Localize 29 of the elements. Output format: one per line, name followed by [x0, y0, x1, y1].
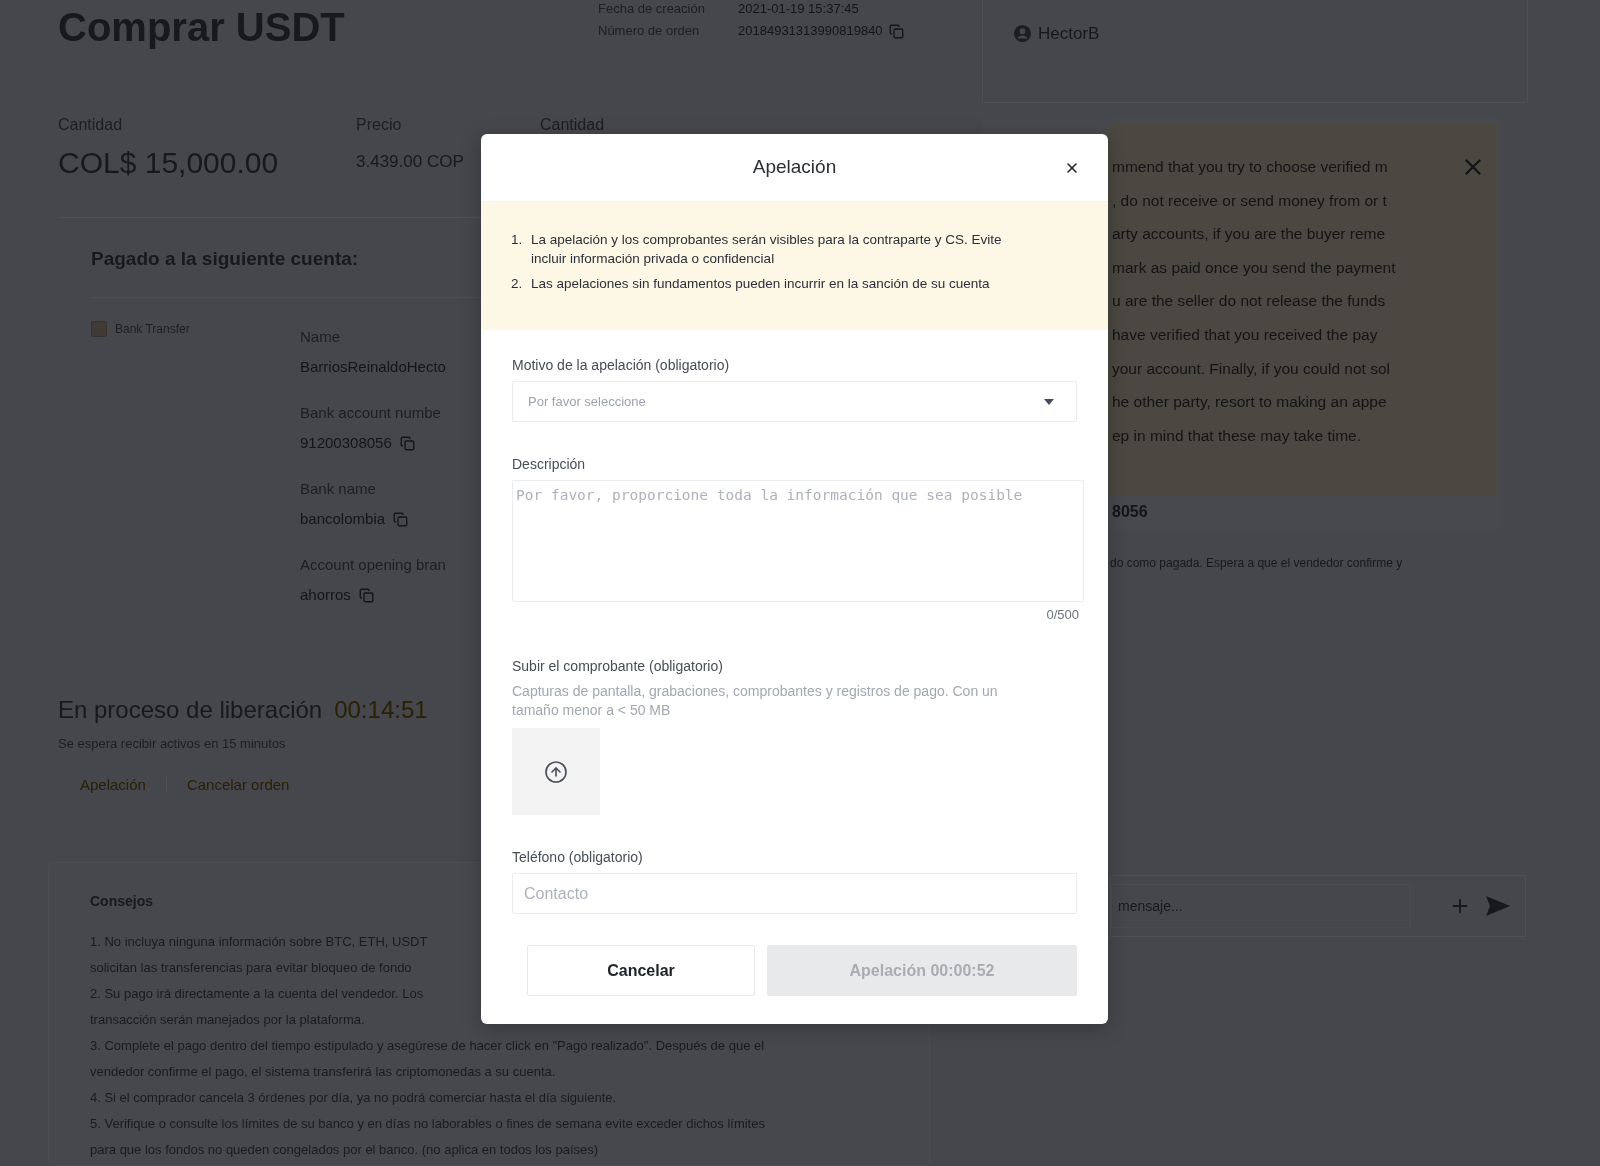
warning-number: 1. [511, 231, 524, 249]
send-icon[interactable] [1485, 895, 1511, 917]
warning-number: 2. [511, 275, 524, 293]
status-timer: 00:14:51 [334, 696, 428, 724]
method-square-icon [91, 321, 107, 337]
copy-icon[interactable] [888, 23, 904, 39]
character-counter: 0/500 [1046, 607, 1079, 623]
copy-icon[interactable] [399, 435, 415, 451]
field-label: Descripción [512, 455, 586, 473]
copy-icon[interactable] [358, 587, 374, 603]
arrow-up-circle-icon [544, 759, 568, 784]
phone-field[interactable]: Contacto [512, 873, 1077, 914]
action-link[interactable]: Apelación [80, 776, 146, 794]
cancel-button[interactable]: Cancelar [527, 945, 755, 996]
dialog-title: Apelación [752, 155, 837, 180]
field-label: Subir el comprobante (obligatorio) [512, 657, 723, 675]
caret-down-icon [1044, 398, 1054, 405]
warning-text: Las apelaciones sin fundamentos pueden incurrir en la sanción de su cuenta [531, 275, 991, 293]
field-label: Teléfono (obligatorio) [512, 848, 643, 866]
avatar-icon [1013, 24, 1032, 44]
reason-select[interactable]: Por favor seleccione [512, 381, 1077, 422]
warning-text: La apelación y los comprobantes serán visibles para la contraparte y CS. Evite incluir información privada o confidencial [531, 231, 1003, 268]
upload-button[interactable] [512, 728, 600, 815]
description-field[interactable]: Por favor, proporcione toda la información que sea posible [512, 480, 1084, 602]
field-label: Motivo de la apelación (obligatorio) [512, 356, 730, 374]
copy-icon[interactable] [393, 511, 409, 527]
action-link[interactable]: Cancelar orden [186, 776, 290, 794]
close-icon [1064, 160, 1080, 176]
upload-hint: Capturas de pantalla, grabaciones, comprobantes y registros de pago. Con un tamaño menor a < 50 MB [512, 682, 999, 720]
